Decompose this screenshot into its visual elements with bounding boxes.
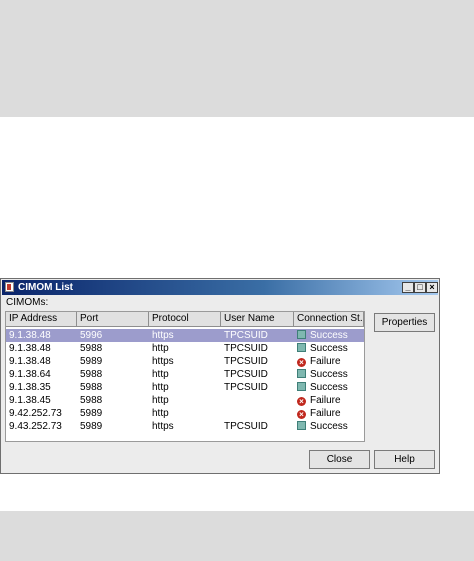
cell-connection-status: Success <box>294 329 348 342</box>
top-gray-band <box>0 0 474 117</box>
success-icon <box>297 421 306 430</box>
status-text: Success <box>310 421 348 432</box>
status-text: Success <box>310 382 348 393</box>
table-row[interactable]: 9.1.38.35 5988 http TPCSUID Success <box>6 381 364 394</box>
status-text: Success <box>310 330 348 341</box>
table-row[interactable]: 9.1.38.48 5996 https TPCSUID Success <box>6 329 364 342</box>
cimom-table: IP Address Port Protocol User Name Conne… <box>5 311 365 442</box>
cell-protocol: http <box>152 408 169 419</box>
column-header-port[interactable]: Port <box>77 312 149 327</box>
cell-connection-status: Success <box>294 381 348 394</box>
cell-protocol: http <box>152 343 169 354</box>
cell-ip-address: 9.1.38.48 <box>9 343 51 354</box>
failure-icon: × <box>297 397 306 406</box>
cell-connection-status: Success <box>294 368 348 381</box>
cell-port: 5989 <box>80 356 103 367</box>
app-icon <box>5 282 14 292</box>
title-bar[interactable]: CIMOM List _ □ × <box>2 280 438 295</box>
success-icon <box>297 382 306 391</box>
success-icon <box>297 343 306 352</box>
cell-connection-status: × Failure <box>294 407 341 420</box>
table-row[interactable]: 9.1.38.64 5988 http TPCSUID Success <box>6 368 364 381</box>
success-icon <box>297 369 306 378</box>
cell-port: 5988 <box>80 369 103 380</box>
cell-port: 5988 <box>80 343 103 354</box>
cell-protocol: https <box>152 356 174 367</box>
status-text: Failure <box>310 356 341 367</box>
cell-protocol: https <box>152 421 174 432</box>
cell-port: 5996 <box>80 330 103 341</box>
column-header-connection-status[interactable]: Connection St... <box>294 312 364 327</box>
cell-ip-address: 9.1.38.48 <box>9 330 51 341</box>
cell-ip-address: 9.1.38.48 <box>9 356 51 367</box>
cell-user-name: TPCSUID <box>224 382 268 393</box>
cell-connection-status: × Failure <box>294 355 341 368</box>
cell-user-name: TPCSUID <box>224 369 268 380</box>
status-text: Success <box>310 343 348 354</box>
table-row[interactable]: 9.1.38.48 5988 http TPCSUID Success <box>6 342 364 355</box>
cell-ip-address: 9.43.252.73 <box>9 421 62 432</box>
cell-protocol: https <box>152 330 174 341</box>
cell-ip-address: 9.1.38.45 <box>9 395 51 406</box>
properties-button[interactable]: Properties <box>374 313 435 332</box>
status-text: Failure <box>310 395 341 406</box>
cell-connection-status: × Failure <box>294 394 341 407</box>
cell-port: 5989 <box>80 408 103 419</box>
status-text: Failure <box>310 408 341 419</box>
minimize-button[interactable]: _ <box>402 282 414 293</box>
help-button[interactable]: Help <box>374 450 435 469</box>
cell-connection-status: Success <box>294 342 348 355</box>
cell-port: 5988 <box>80 382 103 393</box>
cimoms-label: CIMOMs: <box>6 297 49 308</box>
cell-user-name <box>221 407 224 420</box>
cell-user-name: TPCSUID <box>224 330 268 341</box>
window-close-button[interactable]: × <box>426 282 438 293</box>
maximize-button[interactable]: □ <box>414 282 426 293</box>
cell-ip-address: 9.1.38.64 <box>9 369 51 380</box>
success-icon <box>297 330 306 339</box>
cell-ip-address: 9.42.252.73 <box>9 408 62 419</box>
status-text: Success <box>310 369 348 380</box>
column-header-ip-address[interactable]: IP Address <box>6 312 77 327</box>
table-row[interactable]: 9.43.252.73 5989 https TPCSUID Success <box>6 420 364 433</box>
cell-protocol: http <box>152 382 169 393</box>
cell-user-name: TPCSUID <box>224 421 268 432</box>
bottom-gray-band <box>0 511 474 561</box>
cell-protocol: http <box>152 395 169 406</box>
cell-port: 5989 <box>80 421 103 432</box>
window-title: CIMOM List <box>18 282 73 293</box>
column-header-protocol[interactable]: Protocol <box>149 312 221 327</box>
failure-icon: × <box>297 358 306 367</box>
table-header: IP Address Port Protocol User Name Conne… <box>6 312 364 327</box>
cell-ip-address: 9.1.38.35 <box>9 382 51 393</box>
table-row[interactable]: 9.1.38.48 5989 https TPCSUID × Failure <box>6 355 364 368</box>
cell-port: 5988 <box>80 395 103 406</box>
cell-user-name: TPCSUID <box>224 343 268 354</box>
table-row[interactable]: 9.42.252.73 5989 http × Failure <box>6 407 364 420</box>
column-header-user-name[interactable]: User Name <box>221 312 294 327</box>
cell-connection-status: Success <box>294 420 348 433</box>
cell-user-name <box>221 394 224 407</box>
cimom-list-window: CIMOM List _ □ × CIMOMs: IP Address Port… <box>0 278 440 474</box>
cell-user-name: TPCSUID <box>224 356 268 367</box>
cell-protocol: http <box>152 369 169 380</box>
close-button[interactable]: Close <box>309 450 370 469</box>
table-row[interactable]: 9.1.38.45 5988 http × Failure <box>6 394 364 407</box>
failure-icon: × <box>297 410 306 419</box>
